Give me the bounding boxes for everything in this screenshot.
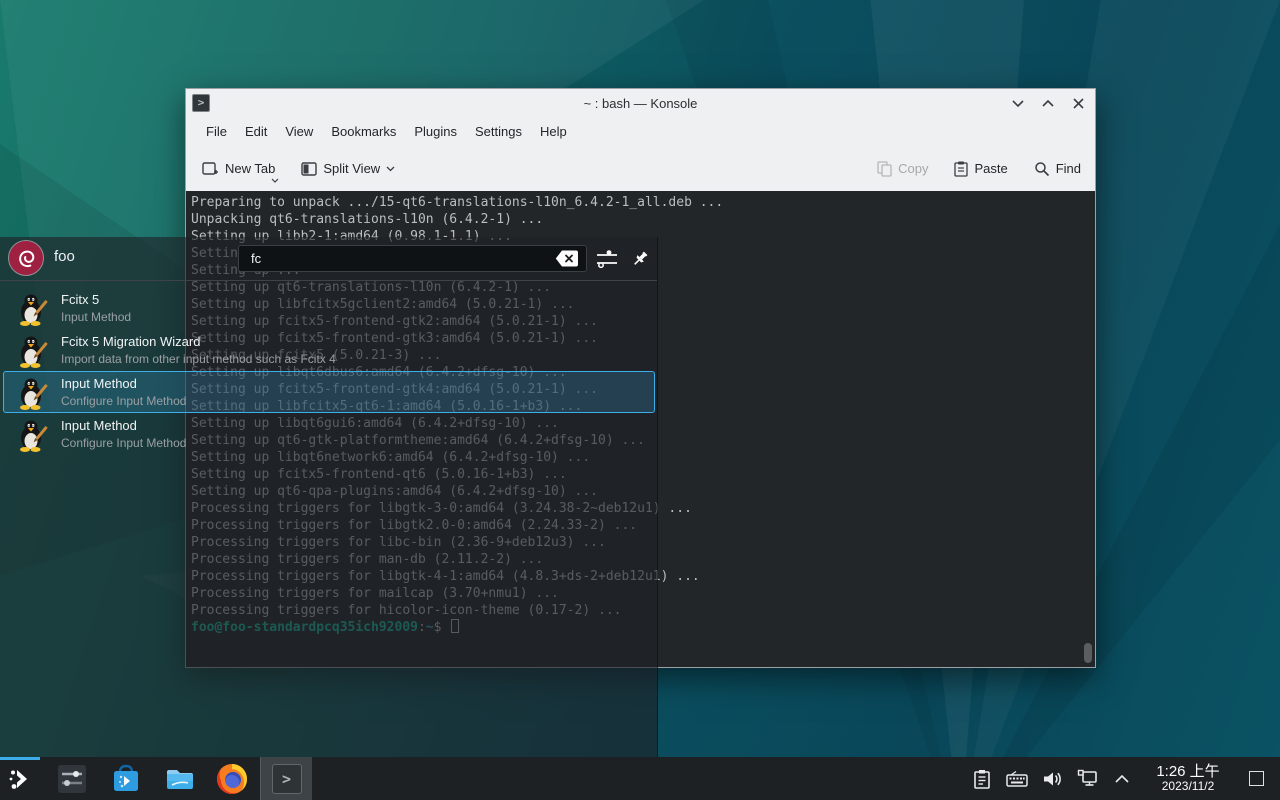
launcher-header: foo fc (0, 237, 657, 280)
copy-button[interactable]: Copy (877, 161, 928, 177)
toolbar: New Tab Split View Copy (186, 146, 1095, 191)
firefox-icon (215, 762, 249, 796)
find-icon (1034, 161, 1050, 177)
pin-icon (630, 249, 650, 269)
dolphin-icon (164, 763, 196, 795)
clock-date: 2023/11/2 (1150, 780, 1226, 793)
result-title: Fcitx 5 (61, 292, 99, 307)
menu-help[interactable]: Help (531, 124, 576, 139)
window-title: ~ : bash — Konsole (186, 96, 1095, 111)
konsole-icon: > (192, 94, 210, 112)
close-button[interactable] (1071, 96, 1085, 110)
fcitx-penguin-icon (17, 418, 49, 452)
copy-icon (877, 161, 892, 177)
system-settings-button[interactable] (54, 761, 90, 797)
result-title: Fcitx 5 Migration Wizard (61, 334, 200, 349)
konsole-task-button[interactable]: > (260, 757, 312, 800)
discover-button[interactable] (108, 761, 144, 797)
pin-button[interactable] (628, 247, 652, 271)
header-separator (0, 280, 657, 281)
chevron-down-icon (386, 166, 395, 172)
application-launcher-button[interactable] (0, 757, 40, 800)
debian-avatar-icon (8, 240, 44, 276)
clock-time: 1:26 上午 (1150, 764, 1226, 780)
taskbar: > (0, 757, 1280, 800)
window-titlebar[interactable]: > ~ : bash — Konsole (186, 89, 1095, 117)
split-view-button[interactable]: Split View (301, 161, 395, 176)
menu-view[interactable]: View (276, 124, 322, 139)
expand-tray-icon (1115, 775, 1129, 783)
search-result-item[interactable]: Fcitx 5 Migration Wizard Import data fro… (3, 329, 655, 371)
filter-icon (596, 250, 618, 268)
new-tab-button[interactable]: New Tab (202, 161, 275, 176)
filter-button[interactable] (595, 247, 619, 271)
paste-icon (954, 161, 968, 177)
maximize-icon (1042, 99, 1054, 107)
result-title: Input Method (61, 418, 137, 433)
search-result-item[interactable]: Input Method Configure Input Method (3, 413, 655, 455)
result-subtitle: Configure Input Method (61, 436, 186, 450)
firefox-button[interactable] (214, 761, 250, 797)
split-view-icon (301, 162, 317, 176)
menu-bookmarks[interactable]: Bookmarks (322, 124, 405, 139)
fcitx-penguin-icon (17, 334, 49, 368)
result-subtitle: Input Method (61, 310, 131, 324)
fcitx-penguin-icon (17, 376, 49, 410)
menu-plugins[interactable]: Plugins (405, 124, 466, 139)
volume-tray-button[interactable] (1041, 768, 1063, 790)
system-settings-icon (56, 763, 88, 795)
application-launcher-panel: foo fc (0, 237, 658, 757)
kde-launcher-icon (7, 766, 33, 792)
menu-settings[interactable]: Settings (466, 124, 531, 139)
maximize-button[interactable] (1041, 96, 1055, 110)
menubar: File Edit View Bookmarks Plugins Setting… (186, 117, 1095, 146)
show-desktop-button[interactable] (1249, 771, 1264, 786)
search-result-item[interactable]: Fcitx 5 Input Method (3, 287, 655, 329)
result-subtitle: Configure Input Method (61, 394, 186, 408)
search-value: fc (239, 251, 555, 266)
system-tray: 1:26 上午 2023/11/2 (971, 764, 1280, 793)
clear-search-icon[interactable] (555, 250, 579, 267)
expand-tray-button[interactable] (1111, 768, 1133, 790)
clipboard-icon (973, 769, 991, 789)
clipboard-tray-button[interactable] (971, 768, 993, 790)
find-button[interactable]: Find (1034, 161, 1081, 177)
digital-clock[interactable]: 1:26 上午 2023/11/2 (1150, 764, 1226, 793)
fcitx-penguin-icon (17, 292, 49, 326)
minimize-icon (1012, 99, 1024, 107)
search-result-item[interactable]: Input Method Configure Input Method (3, 371, 655, 413)
chevron-down-icon (271, 178, 279, 183)
search-input[interactable]: fc (238, 245, 587, 272)
network-tray-button[interactable] (1076, 768, 1098, 790)
keyboard-icon (1006, 771, 1028, 787)
terminal-scrollbar[interactable] (1084, 643, 1092, 663)
discover-icon (110, 763, 142, 795)
menu-edit[interactable]: Edit (236, 124, 276, 139)
network-icon (1077, 769, 1098, 788)
volume-icon (1042, 770, 1062, 788)
close-icon (1073, 98, 1084, 109)
minimize-button[interactable] (1011, 96, 1025, 110)
paste-button[interactable]: Paste (954, 161, 1007, 177)
terminal-line: Preparing to unpack .../15-qt6-translati… (191, 194, 723, 211)
terminal-line: Unpacking qt6-translations-l10n (6.4.2-1… (191, 211, 723, 228)
result-subtitle: Import data from other input method such… (61, 352, 336, 366)
result-title: Input Method (61, 376, 137, 391)
user-name: foo (54, 248, 75, 265)
new-tab-icon (202, 161, 219, 176)
file-manager-button[interactable] (162, 761, 198, 797)
keyboard-tray-button[interactable] (1006, 768, 1028, 790)
menu-file[interactable]: File (197, 124, 236, 139)
konsole-icon: > (272, 764, 302, 794)
